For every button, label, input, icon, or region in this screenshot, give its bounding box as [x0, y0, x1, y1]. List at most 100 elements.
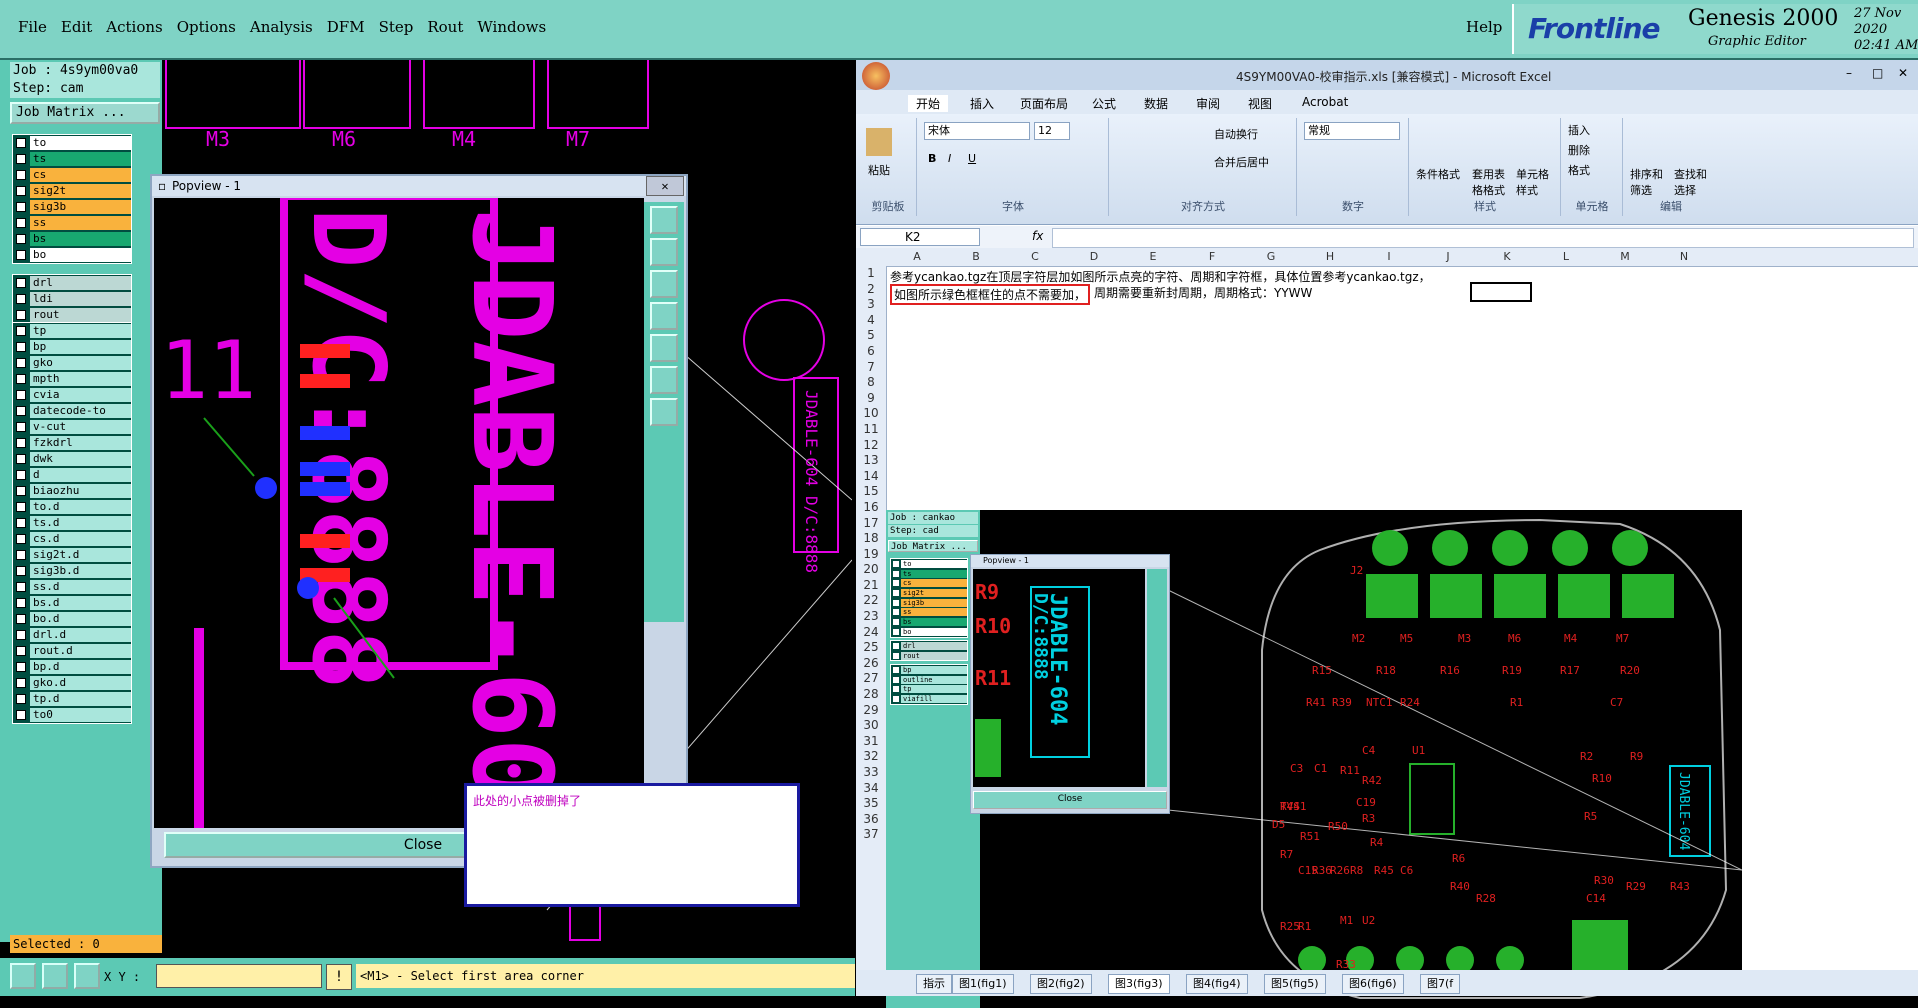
layer-row[interactable]: sig2t	[13, 183, 131, 199]
row-header[interactable]: 13	[856, 453, 886, 469]
layer-visibility-checkbox[interactable]	[893, 599, 899, 606]
row-header[interactable]: 2	[856, 282, 886, 298]
sheet-tab[interactable]: 图2(fig2)	[1030, 974, 1092, 994]
layer-visibility-checkbox[interactable]	[16, 598, 26, 608]
layer-name[interactable]: drl.d	[30, 628, 131, 642]
layer-name[interactable]: to0	[30, 708, 131, 722]
row-header[interactable]: 18	[856, 531, 886, 547]
layer-row[interactable]: sig3b	[13, 199, 131, 215]
column-header[interactable]: N	[1655, 250, 1713, 263]
layer-row[interactable]: tp.d	[13, 691, 131, 707]
insert-button[interactable]: 插入	[1568, 122, 1590, 138]
sort-filter-button[interactable]: 排序和筛选	[1630, 166, 1670, 198]
layer-row[interactable]: to0	[13, 707, 131, 723]
layer-visibility-checkbox[interactable]	[16, 582, 26, 592]
layer-row[interactable]: bo	[891, 627, 967, 637]
layer-visibility-checkbox[interactable]	[16, 502, 26, 512]
layer-row[interactable]: to	[13, 135, 131, 151]
layer-visibility-checkbox[interactable]	[893, 686, 899, 693]
layer-name[interactable]: sig2t	[901, 588, 967, 597]
zoom-out-icon[interactable]	[650, 398, 678, 426]
tab-data[interactable]: 数据	[1144, 95, 1168, 112]
layer-row[interactable]: bp.d	[13, 659, 131, 675]
layer-visibility-checkbox[interactable]	[16, 186, 26, 196]
layer-row[interactable]: sig3b	[891, 598, 967, 608]
layer-visibility-checkbox[interactable]	[16, 630, 26, 640]
row-header[interactable]: 36	[856, 812, 886, 828]
layer-visibility-checkbox[interactable]	[16, 138, 26, 148]
menu-options[interactable]: Options	[177, 18, 236, 36]
layer-name[interactable]: rout.d	[30, 644, 131, 658]
layer-row[interactable]: ss	[891, 607, 967, 617]
column-header[interactable]: A	[888, 250, 946, 263]
layer-name[interactable]: ts	[30, 152, 131, 166]
layer-visibility-checkbox[interactable]	[893, 580, 899, 587]
menu-file[interactable]: File	[18, 18, 47, 36]
layer-name[interactable]: bo	[901, 627, 967, 636]
layer-row[interactable]: sig3b.d	[13, 563, 131, 579]
layer-visibility-checkbox[interactable]	[893, 628, 899, 635]
layer-visibility-checkbox[interactable]	[16, 710, 26, 720]
layer-name[interactable]: bo.d	[30, 612, 131, 626]
layer-visibility-checkbox[interactable]	[16, 566, 26, 576]
excel-titlebar[interactable]: 4S9YM00VA0-校审指示.xls [兼容模式] - Microsoft E…	[856, 60, 1918, 90]
layer-row[interactable]: ss.d	[13, 579, 131, 595]
menu-help[interactable]: Help	[1466, 18, 1502, 36]
layer-row[interactable]: outline	[891, 675, 967, 685]
row-header[interactable]: 11	[856, 422, 886, 438]
layer-visibility-checkbox[interactable]	[16, 310, 26, 320]
layer-visibility-checkbox[interactable]	[16, 218, 26, 228]
close-icon[interactable]: ✕	[1898, 66, 1908, 80]
layer-name[interactable]: to.d	[30, 500, 131, 514]
layer-name[interactable]: drl	[901, 641, 967, 650]
layer-row[interactable]: bp	[13, 339, 131, 355]
layer-visibility-checkbox[interactable]	[16, 694, 26, 704]
layer-name[interactable]: tp.d	[30, 692, 131, 706]
font-name-select[interactable]: 宋体	[924, 122, 1030, 140]
sheet-tab[interactable]: 图3(fig3)	[1108, 974, 1170, 994]
layer-name[interactable]: ss	[30, 216, 131, 230]
delete-button[interactable]: 删除	[1568, 142, 1590, 158]
layer-visibility-checkbox[interactable]	[16, 438, 26, 448]
popview-titlebar[interactable]: ▫ Popview - 1	[152, 176, 686, 196]
tab-formulas[interactable]: 公式	[1092, 95, 1116, 112]
table-format-button[interactable]: 套用表格格式	[1472, 166, 1512, 198]
layer-row[interactable]: drl.d	[13, 627, 131, 643]
layer-row[interactable]: datecode-to	[13, 403, 131, 419]
layer-name[interactable]: sig3b	[901, 598, 967, 607]
layer-row[interactable]: ss	[13, 215, 131, 231]
tab-view[interactable]: 视图	[1248, 95, 1272, 112]
layer-name[interactable]: cs.d	[30, 532, 131, 546]
layer-visibility-checkbox[interactable]	[16, 250, 26, 260]
layer-name[interactable]: rout	[901, 651, 967, 660]
sheet-tab[interactable]: 图6(fig6)	[1342, 974, 1404, 994]
layer-name[interactable]: bp	[901, 665, 967, 674]
menu-dfm[interactable]: DFM	[327, 18, 365, 36]
popview-close-x[interactable]: ✕	[646, 176, 684, 196]
layer-visibility-checkbox[interactable]	[16, 646, 26, 656]
menu-step[interactable]: Step	[379, 18, 414, 36]
menu-actions[interactable]: Actions	[106, 18, 162, 36]
layer-row[interactable]: bs	[891, 617, 967, 627]
layer-visibility-checkbox[interactable]	[16, 406, 26, 416]
layer-name[interactable]: tp	[30, 324, 131, 338]
number-format-select[interactable]: 常规	[1304, 122, 1400, 140]
column-header[interactable]: K	[1478, 250, 1536, 263]
layer-visibility-checkbox[interactable]	[893, 609, 899, 616]
layer-name[interactable]: biaozhu	[30, 484, 131, 498]
layer-visibility-checkbox[interactable]	[893, 676, 899, 683]
sheet-tab[interactable]: 图5(fig5)	[1264, 974, 1326, 994]
layer-row[interactable]: ts	[891, 569, 967, 579]
layer-row[interactable]: bs	[13, 231, 131, 247]
row-header[interactable]: 28	[856, 687, 886, 703]
pan-right-icon[interactable]	[650, 334, 678, 362]
layer-visibility-checkbox[interactable]	[16, 154, 26, 164]
layer-row[interactable]: dwk	[13, 451, 131, 467]
job-matrix-button[interactable]: Job Matrix ...	[10, 102, 160, 124]
sheet-tab[interactable]: 指示	[916, 974, 952, 994]
layer-visibility-checkbox[interactable]	[16, 234, 26, 244]
layer-visibility-checkbox[interactable]	[893, 666, 899, 673]
zoom-home-icon[interactable]	[650, 206, 678, 234]
row-header[interactable]: 1	[856, 266, 886, 282]
tab-home[interactable]: 开始	[908, 95, 949, 112]
